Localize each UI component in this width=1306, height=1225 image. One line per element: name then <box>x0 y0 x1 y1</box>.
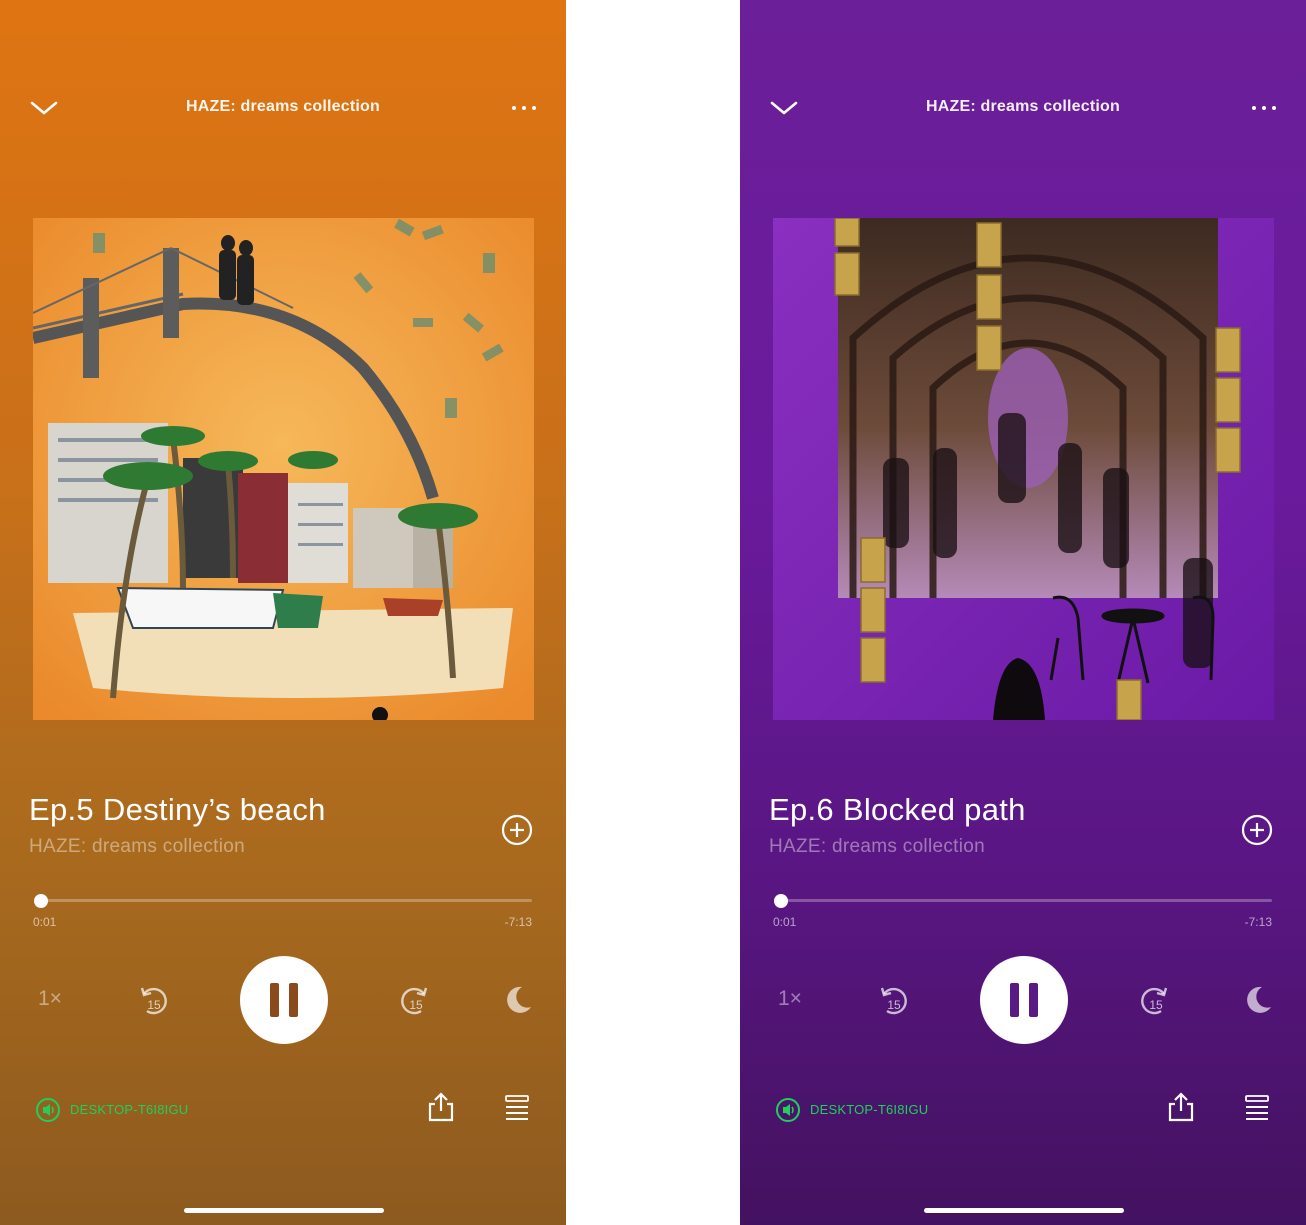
device-name: DESKTOP-T6I8IGU <box>810 1102 929 1117</box>
progress-thumb[interactable] <box>34 894 48 908</box>
remaining-time: -7:13 <box>504 915 532 929</box>
progress-track[interactable] <box>776 899 1272 902</box>
more-icon[interactable] <box>508 96 540 120</box>
episode-artwork <box>773 218 1274 720</box>
speaker-icon <box>36 1098 60 1122</box>
header-title: HAZE: dreams collection <box>926 98 1120 115</box>
remaining-time: -7:13 <box>1244 915 1272 929</box>
rewind-15-button[interactable]: 15 <box>133 980 173 1020</box>
progress-thumb[interactable] <box>774 894 788 908</box>
home-indicator[interactable] <box>924 1208 1124 1213</box>
elapsed-time: 0:01 <box>33 915 57 929</box>
home-indicator[interactable] <box>184 1208 384 1213</box>
header-title: HAZE: dreams collection <box>186 98 380 115</box>
more-icon[interactable] <box>1248 96 1280 120</box>
episode-artwork <box>33 218 534 720</box>
progress-track[interactable] <box>36 899 532 902</box>
rewind-15-label: 15 <box>887 998 901 1012</box>
episode-title: Ep.6 Blocked path <box>769 792 1026 827</box>
forward-15-icon: 15 <box>401 987 428 1015</box>
show-name[interactable]: HAZE: dreams collection <box>769 836 985 858</box>
moon-icon[interactable] <box>500 982 536 1018</box>
pause-button[interactable] <box>240 956 328 1044</box>
player-screen-right: HAZE: dreams collection Ep.6 Blocked pat… <box>740 0 1306 1225</box>
forward-15-label: 15 <box>1149 998 1163 1012</box>
rewind-15-button[interactable]: 15 <box>873 980 913 1020</box>
rewind-15-icon: 15 <box>140 987 167 1015</box>
device-connect-button[interactable]: DESKTOP-T6I8IGU <box>34 1096 188 1122</box>
player-screen-left: HAZE: dreams collection Ep.5 Destiny’s b… <box>0 0 566 1225</box>
forward-15-label: 15 <box>409 998 423 1012</box>
playback-speed-button[interactable]: 1× <box>38 987 62 1011</box>
top-bar: HAZE: dreams collection <box>0 92 566 124</box>
add-circle-icon[interactable] <box>1239 812 1275 848</box>
forward-15-button[interactable]: 15 <box>1135 980 1175 1020</box>
episode-title: Ep.5 Destiny’s beach <box>29 792 326 827</box>
pause-button[interactable] <box>980 956 1068 1044</box>
show-name[interactable]: HAZE: dreams collection <box>29 836 245 858</box>
device-connect-button[interactable]: DESKTOP-T6I8IGU <box>774 1096 928 1122</box>
speaker-icon <box>776 1098 800 1122</box>
rewind-15-icon: 15 <box>880 987 907 1015</box>
top-bar: HAZE: dreams collection <box>740 92 1306 124</box>
add-circle-icon[interactable] <box>499 812 535 848</box>
rewind-15-label: 15 <box>147 998 161 1012</box>
moon-icon[interactable] <box>1240 982 1276 1018</box>
playback-speed-button[interactable]: 1× <box>778 987 802 1011</box>
elapsed-time: 0:01 <box>773 915 797 929</box>
device-name: DESKTOP-T6I8IGU <box>70 1102 189 1117</box>
forward-15-button[interactable]: 15 <box>395 980 435 1020</box>
forward-15-icon: 15 <box>1141 987 1168 1015</box>
share-icon[interactable] <box>424 1090 458 1124</box>
share-icon[interactable] <box>1164 1090 1198 1124</box>
queue-icon[interactable] <box>500 1090 534 1124</box>
queue-icon[interactable] <box>1240 1090 1274 1124</box>
